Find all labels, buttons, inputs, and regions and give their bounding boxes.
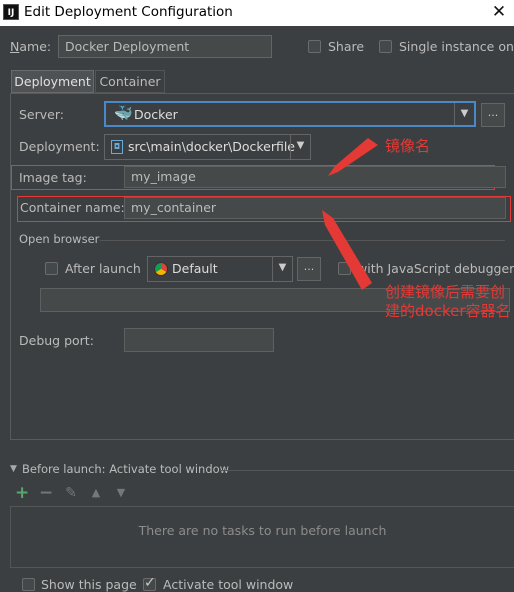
remove-icon[interactable]: −	[39, 485, 53, 502]
arrow-to-container-name	[322, 210, 372, 290]
before-launch-tasks-list: There are no tasks to run before launch	[10, 506, 514, 568]
annotation-container-line1: 创建镜像后需要创	[385, 283, 506, 301]
move-down-icon[interactable]: ▼	[114, 486, 128, 500]
annotation-image-name: 镜像名	[385, 137, 431, 155]
show-this-page-checkbox[interactable]	[22, 578, 35, 591]
show-this-page-label: Show this page	[41, 577, 137, 592]
before-launch-label: Before launch: Activate tool window	[22, 462, 230, 476]
empty-tasks-text: There are no tasks to run before launch	[138, 523, 387, 538]
activate-tool-window-label: Activate tool window	[163, 577, 294, 592]
annotation-container-line2: 建的docker容器名	[385, 302, 511, 320]
arrow-to-image-tag	[328, 138, 378, 176]
before-launch-separator	[220, 470, 514, 471]
collapse-arrow-icon[interactable]: ▼	[10, 464, 17, 474]
edit-icon[interactable]: ✎	[64, 486, 78, 500]
move-up-icon[interactable]: ▲	[89, 486, 103, 500]
add-icon[interactable]: +	[15, 485, 29, 502]
activate-tool-window-checkbox[interactable]	[143, 575, 156, 591]
